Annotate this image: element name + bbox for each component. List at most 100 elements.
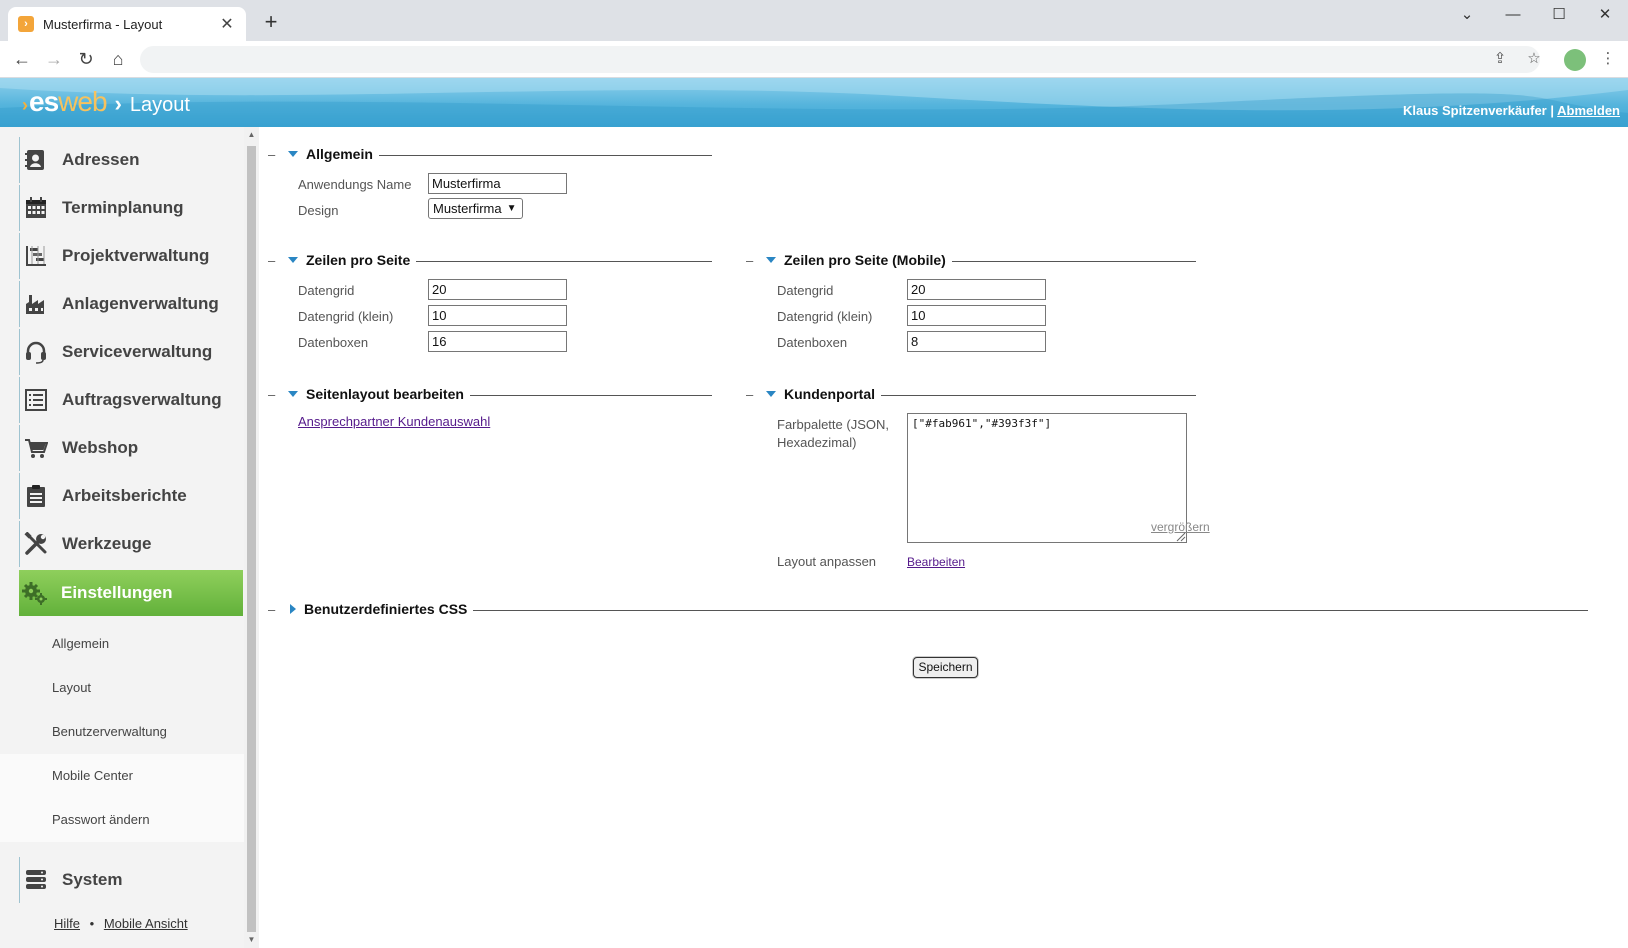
- submenu-benutzerverwaltung[interactable]: Benutzerverwaltung: [0, 710, 244, 754]
- browser-tab[interactable]: › Musterfirma - Layout ✕: [8, 7, 246, 41]
- gears-icon: [21, 579, 49, 607]
- sidebar-item-label: Auftragsverwaltung: [62, 390, 222, 409]
- design-select[interactable]: Musterfirma ▼: [428, 198, 523, 219]
- ansprechpartner-link[interactable]: Ansprechpartner Kundenauswahl: [298, 414, 490, 429]
- header-wave-decoration: [0, 78, 1628, 127]
- collapse-icon[interactable]: –: [268, 253, 288, 268]
- scroll-down-icon[interactable]: ▼: [244, 933, 259, 947]
- farbpalette-label-line2: Hexadezimal): [777, 435, 857, 450]
- new-tab-button[interactable]: +: [258, 9, 284, 35]
- section-title: Benutzerdefiniertes CSS: [304, 601, 468, 617]
- home-icon[interactable]: ⌂: [104, 45, 132, 73]
- tab-search-icon[interactable]: ⌄: [1444, 0, 1490, 30]
- collapse-icon[interactable]: –: [268, 602, 288, 617]
- help-link[interactable]: Hilfe: [54, 916, 80, 931]
- sidebar-item-terminplanung[interactable]: Terminplanung: [19, 185, 243, 231]
- triangle-down-icon[interactable]: [766, 391, 776, 397]
- page-title: Layout: [129, 94, 190, 116]
- section-zeilen-mobile[interactable]: – Zeilen pro Seite (Mobile): [746, 250, 1196, 270]
- calendar-icon: [22, 194, 50, 222]
- sidebar-item-label: Projektverwaltung: [62, 246, 210, 265]
- collapse-icon[interactable]: –: [268, 387, 288, 402]
- submenu-allgemein[interactable]: Allgemein: [0, 622, 244, 666]
- back-icon[interactable]: ←: [8, 45, 36, 73]
- share-icon[interactable]: ⇪: [1488, 47, 1512, 71]
- collapse-icon[interactable]: –: [268, 147, 288, 162]
- sidebar-item-einstellungen[interactable]: Einstellungen: [19, 570, 243, 616]
- reload-icon[interactable]: ↻: [72, 45, 100, 73]
- cart-icon: [22, 434, 50, 462]
- triangle-down-icon[interactable]: [288, 151, 298, 157]
- section-divider: [416, 260, 712, 262]
- section-zeilen-pro-seite[interactable]: – Zeilen pro Seite: [268, 250, 712, 270]
- profile-avatar[interactable]: [1564, 49, 1586, 71]
- section-allgemein[interactable]: – Allgemein: [268, 144, 712, 164]
- sidebar-footer: Hilfe • Mobile Ansicht: [54, 916, 188, 931]
- mobile-datenboxen-input[interactable]: 8: [907, 331, 1046, 352]
- section-kundenportal[interactable]: – Kundenportal: [746, 384, 1196, 404]
- collapse-icon[interactable]: –: [746, 253, 766, 268]
- factory-icon: [22, 290, 50, 318]
- close-window-icon[interactable]: ✕: [1582, 0, 1628, 30]
- section-divider: [473, 609, 1588, 611]
- sidebar-item-webshop[interactable]: Webshop: [19, 425, 243, 471]
- datengrid-klein-input[interactable]: 10: [428, 305, 567, 326]
- datenboxen-label: Datenboxen: [298, 335, 369, 350]
- bearbeiten-link[interactable]: Bearbeiten: [907, 555, 965, 569]
- mobile-datenboxen-label: Datenboxen: [777, 335, 848, 350]
- triangle-down-icon[interactable]: [766, 257, 776, 263]
- address-bar[interactable]: [140, 46, 1540, 73]
- esweb-logo[interactable]: › es web › Layout: [22, 86, 190, 118]
- triangle-down-icon[interactable]: [288, 391, 298, 397]
- gantt-icon: [22, 242, 50, 270]
- user-separator: |: [1550, 103, 1555, 118]
- minimize-icon[interactable]: —: [1490, 0, 1536, 30]
- submenu-mobile-center[interactable]: Mobile Center: [0, 754, 244, 798]
- list-icon: [22, 386, 50, 414]
- triangle-right-icon[interactable]: [290, 604, 296, 614]
- sidebar-item-anlagenverwaltung[interactable]: Anlagenverwaltung: [19, 281, 243, 327]
- sidebar-item-adressen[interactable]: Adressen: [19, 137, 243, 183]
- forward-icon[interactable]: →: [40, 45, 68, 73]
- resize-handle-icon[interactable]: [1176, 532, 1186, 542]
- bookmark-star-icon[interactable]: ☆: [1522, 47, 1546, 71]
- collapse-icon[interactable]: –: [746, 387, 766, 402]
- section-custom-css[interactable]: – Benutzerdefiniertes CSS: [268, 599, 1588, 619]
- logo-web: web: [58, 86, 107, 117]
- save-button[interactable]: Speichern: [913, 657, 978, 678]
- section-title: Allgemein: [306, 146, 373, 162]
- sidebar-item-system[interactable]: System: [19, 857, 243, 903]
- datengrid-input[interactable]: 20: [428, 279, 567, 300]
- sidebar-item-projektverwaltung[interactable]: Projektverwaltung: [19, 233, 243, 279]
- logo-arrow-icon: ›: [22, 95, 28, 115]
- sidebar-item-serviceverwaltung[interactable]: Serviceverwaltung: [19, 329, 243, 375]
- chevron-right-icon: ›: [114, 91, 122, 116]
- scroll-up-icon[interactable]: ▲: [244, 128, 259, 142]
- mobile-view-link[interactable]: Mobile Ansicht: [104, 916, 188, 931]
- sidebar-item-auftragsverwaltung[interactable]: Auftragsverwaltung: [19, 377, 243, 423]
- section-title: Kundenportal: [784, 386, 875, 402]
- submenu-layout[interactable]: Layout: [0, 666, 244, 710]
- sidebar-item-label: Webshop: [62, 438, 139, 457]
- sidebar-item-label: Adressen: [62, 150, 140, 169]
- section-seitenlayout[interactable]: – Seitenlayout bearbeiten: [268, 384, 712, 404]
- submenu-passwort-aendern[interactable]: Passwort ändern: [0, 798, 244, 842]
- section-divider: [469, 394, 712, 396]
- datenboxen-input[interactable]: 16: [428, 331, 567, 352]
- logout-link[interactable]: Abmelden: [1557, 103, 1620, 118]
- browser-toolbar: ← → ↻ ⌂ ⇪ ☆ ⋮: [0, 41, 1628, 78]
- close-tab-icon[interactable]: ✕: [218, 14, 236, 34]
- browser-menu-icon[interactable]: ⋮: [1596, 47, 1620, 71]
- sidebar-scroll-thumb[interactable]: [247, 146, 256, 932]
- maximize-icon[interactable]: ☐: [1536, 0, 1582, 30]
- mobile-datengrid-input[interactable]: 20: [907, 279, 1046, 300]
- app-name-input[interactable]: Musterfirma: [428, 173, 567, 194]
- design-selected-value: Musterfirma: [433, 201, 502, 216]
- sidebar-item-werkzeuge[interactable]: Werkzeuge: [19, 521, 243, 567]
- sidebar-item-arbeitsberichte[interactable]: Arbeitsberichte: [19, 473, 243, 519]
- farbpalette-label-line1: Farbpalette (JSON,: [777, 417, 889, 432]
- mobile-datengrid-klein-input[interactable]: 10: [907, 305, 1046, 326]
- farbpalette-textarea[interactable]: ["#fab961","#393f3f"]: [907, 413, 1187, 543]
- section-divider: [951, 260, 1196, 262]
- triangle-down-icon[interactable]: [288, 257, 298, 263]
